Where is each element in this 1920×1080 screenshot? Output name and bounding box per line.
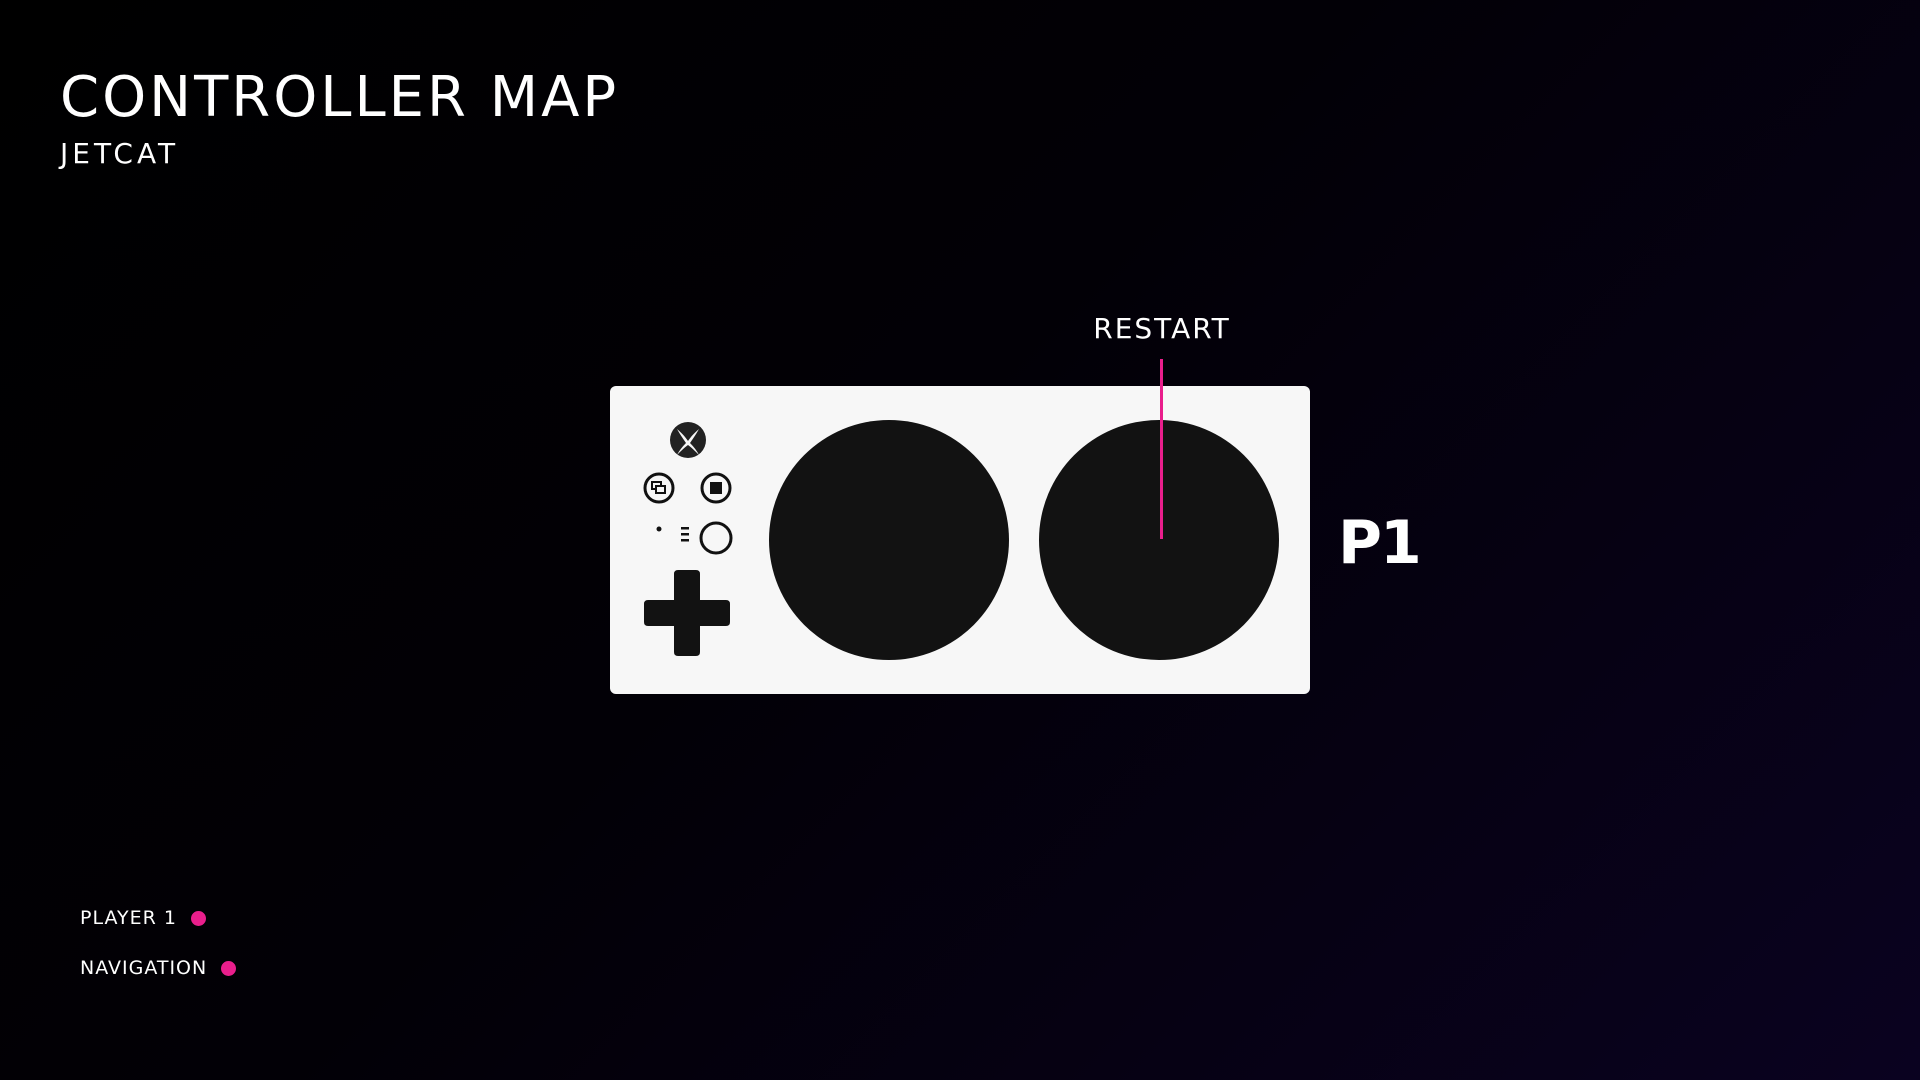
adaptive-controller — [610, 386, 1310, 694]
player-tag: P1 — [1338, 508, 1422, 578]
legend-label: NAVIGATION — [80, 957, 208, 979]
page-header: CONTROLLER MAP JETCAT — [60, 62, 619, 172]
legend-item-player-1: PLAYER 1 — [80, 900, 236, 936]
menu-button-icon[interactable] — [699, 471, 733, 505]
legend-dot — [221, 960, 237, 976]
legend-item-navigation: NAVIGATION — [80, 950, 237, 986]
restart-mapping-connector — [1160, 359, 1163, 539]
button-a[interactable] — [769, 420, 1009, 660]
status-indicator-icon — [656, 526, 689, 542]
legend: PLAYER 1 NAVIGATION — [80, 900, 237, 1000]
dpad-icon[interactable] — [642, 568, 732, 658]
game-title: JETCAT — [60, 137, 180, 170]
restart-mapping-label: RESTART — [1093, 312, 1231, 345]
page-title: CONTROLLER MAP — [60, 65, 620, 130]
profile-button-icon[interactable] — [698, 520, 734, 556]
button-b[interactable] — [1039, 420, 1279, 660]
view-button-icon[interactable] — [642, 471, 676, 505]
legend-dot — [190, 910, 206, 926]
xbox-logo-icon[interactable] — [668, 420, 708, 460]
legend-label: PLAYER 1 — [80, 907, 177, 929]
